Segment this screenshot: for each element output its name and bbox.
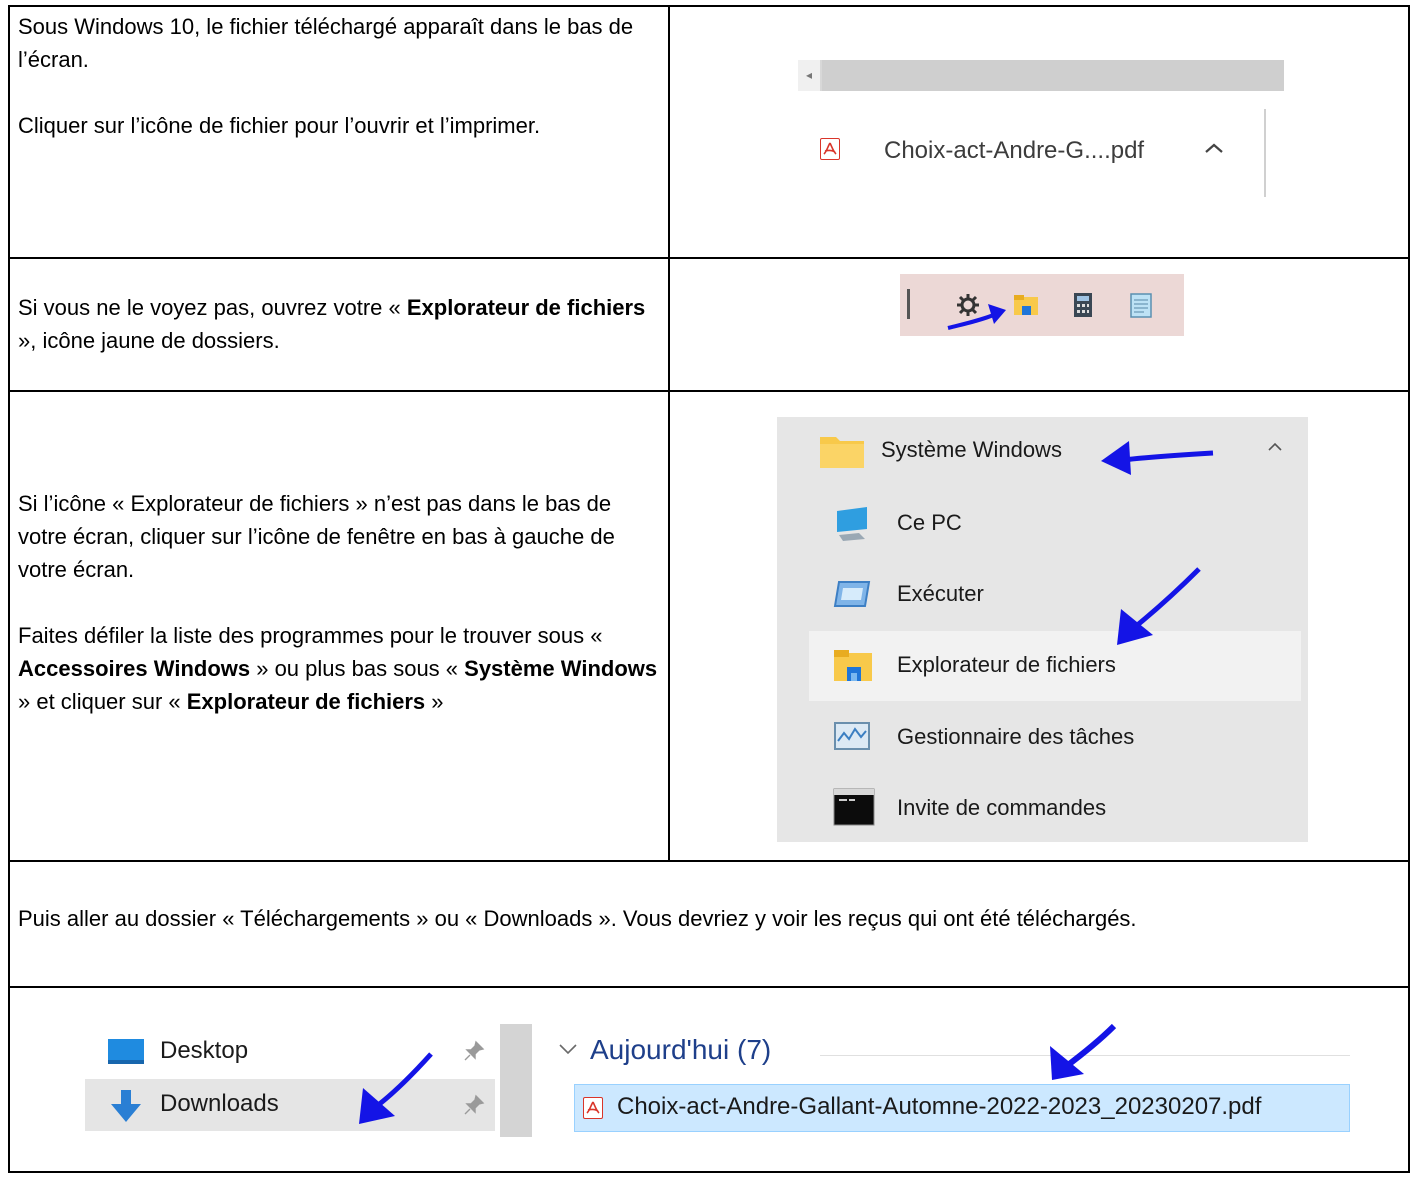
pin-icon[interactable]	[463, 1040, 485, 1062]
row4-text: Puis aller au dossier « Téléchargements …	[18, 906, 1137, 931]
row-explorer: Desktop Downloads Aujourd'hui (7) Choix-…	[8, 986, 1410, 1173]
row3-image-cell: Système Windows Ce PC Exécuter Explorate…	[668, 390, 1410, 862]
file-name: Choix-act-Andre-Gallant-Automne-2022-202…	[617, 1093, 1262, 1120]
menu-item-executer[interactable]: Exécuter	[777, 560, 1308, 632]
run-icon	[833, 581, 871, 607]
pdf-icon	[820, 138, 840, 160]
row-taskbar: Si vous ne le voyez pas, ouvrez votre « …	[8, 257, 1410, 392]
row1-text2: Cliquer sur l’icône de fichier pour l’ou…	[18, 113, 541, 138]
chevron-down-icon[interactable]	[558, 1042, 578, 1056]
menu-item-explorateur[interactable]: Explorateur de fichiers	[777, 631, 1308, 703]
file-explorer-icon	[834, 650, 872, 681]
blue-arrow-icon	[947, 304, 1006, 330]
row3-para2: Faites défiler la liste des programmes p…	[18, 623, 658, 714]
row2-text-cell: Si vous ne le voyez pas, ouvrez votre « …	[8, 257, 670, 392]
row2-image-cell	[668, 257, 1410, 392]
row5-image-cell: Desktop Downloads Aujourd'hui (7) Choix-…	[8, 986, 1410, 1173]
row2-text: Si vous ne le voyez pas, ouvrez votre « …	[18, 295, 646, 353]
menu-item-gestionnaire[interactable]: Gestionnaire des tâches	[777, 703, 1308, 775]
chevron-up-icon[interactable]	[1203, 141, 1225, 155]
file-row-selected[interactable]: Choix-act-Andre-Gallant-Automne-2022-202…	[574, 1084, 1350, 1132]
pdf-icon	[583, 1097, 603, 1119]
group-systeme-windows[interactable]: Système Windows	[777, 417, 1308, 489]
nav-label: Downloads	[160, 1090, 279, 1117]
download-arrow-icon	[111, 1090, 141, 1122]
instructions-table: Sous Windows 10, le fichier téléchargé a…	[8, 5, 1410, 1173]
menu-item-ce-pc[interactable]: Ce PC	[777, 489, 1308, 561]
row1-text-cell: Sous Windows 10, le fichier téléchargé a…	[8, 5, 670, 259]
row4-text-cell: Puis aller au dossier « Téléchargements …	[8, 860, 1410, 988]
menu-item-label: Ce PC	[897, 510, 962, 535]
row3-text-cell: Si l’icône « Explorateur de fichiers » n…	[8, 390, 670, 862]
row1-text1: Sous Windows 10, le fichier téléchargé a…	[18, 14, 634, 72]
menu-item-label: Explorateur de fichiers	[897, 652, 1116, 677]
pin-icon[interactable]	[463, 1094, 485, 1116]
menu-item-label: Invite de commandes	[897, 795, 1107, 820]
folder-icon	[820, 437, 864, 468]
row-download-bar: Sous Windows 10, le fichier téléchargé a…	[8, 5, 1410, 259]
pane-splitter[interactable]	[500, 1024, 532, 1137]
task-manager-icon	[834, 722, 870, 750]
row-downloads-text: Puis aller au dossier « Téléchargements …	[8, 860, 1410, 988]
start-menu-screenshot: Système Windows Ce PC Exécuter Explorate…	[777, 417, 1308, 842]
desktop-icon	[108, 1039, 144, 1064]
calculator-icon[interactable]	[1072, 291, 1094, 319]
explorer-content-pane: Aujourd'hui (7) Choix-act-Andre-Gallant-…	[558, 1024, 1350, 1134]
blue-arrow-icon	[1101, 441, 1214, 475]
chevron-up-icon[interactable]	[1267, 442, 1283, 452]
menu-item-label: Exécuter	[897, 581, 984, 606]
group-header[interactable]: Aujourd'hui (7)	[590, 1034, 771, 1066]
scrollbar-thumb[interactable]	[822, 60, 1284, 91]
scroll-left-icon[interactable]: ◂	[798, 60, 820, 91]
taskbar-separator	[907, 289, 910, 319]
nav-label: Desktop	[160, 1037, 249, 1064]
divider	[1264, 109, 1266, 197]
command-prompt-icon	[833, 788, 875, 826]
explorer-nav-pane: Desktop Downloads	[85, 1024, 495, 1134]
notepad-icon[interactable]	[1128, 291, 1154, 319]
row3-para1: Si l’icône « Explorateur de fichiers » n…	[18, 491, 615, 582]
blue-arrow-icon	[359, 1052, 433, 1124]
row-start-menu: Si l’icône « Explorateur de fichiers » n…	[8, 390, 1410, 862]
blue-arrow-icon	[1050, 1024, 1117, 1080]
download-bar-screenshot: ◂ Choix-act-Andre-G....pdf	[798, 60, 1284, 210]
horizontal-scrollbar[interactable]: ◂	[798, 60, 1284, 91]
menu-item-label: Gestionnaire des tâches	[897, 724, 1135, 749]
taskbar-screenshot	[900, 274, 1184, 336]
blue-arrow-icon	[1117, 567, 1201, 645]
row1-image-cell: ◂ Choix-act-Andre-G....pdf	[668, 5, 1410, 259]
row2-bold: Explorateur de fichiers	[406, 295, 646, 320]
download-item[interactable]: Choix-act-Andre-G....pdf	[798, 105, 1284, 210]
file-explorer-icon[interactable]	[1012, 291, 1040, 319]
menu-item-invite[interactable]: Invite de commandes	[777, 774, 1308, 846]
download-filename[interactable]: Choix-act-Andre-G....pdf	[884, 137, 1144, 165]
computer-icon	[837, 507, 867, 541]
group-label: Système Windows	[881, 437, 1062, 462]
